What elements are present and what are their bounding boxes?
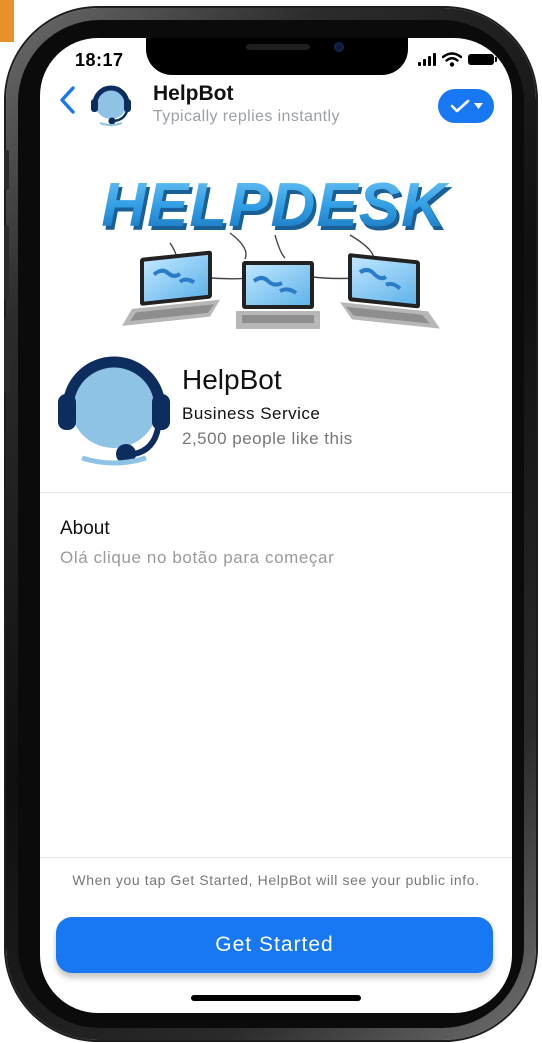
phone-screen: 18:17 HelpBot Typically replies instantl…: [40, 38, 512, 1013]
about-text: Olá clique no botão para começar: [60, 548, 335, 567]
profile-section: HelpBot Business Service 2,500 people li…: [40, 346, 512, 496]
back-chevron-icon[interactable]: [54, 82, 82, 118]
volume-up-button: [4, 225, 9, 300]
front-camera: [334, 42, 344, 52]
about-title: About: [60, 518, 110, 539]
section-divider: [40, 492, 512, 493]
battery-icon: [468, 54, 497, 65]
chat-title: HelpBot: [153, 82, 234, 105]
notch: [146, 38, 408, 75]
profile-name: HelpBot: [182, 364, 282, 395]
helpdesk-banner-image: HELPDESK HELPDESK: [101, 171, 452, 329]
bot-avatar-icon[interactable]: [88, 80, 134, 126]
checkmark-icon: [450, 99, 469, 113]
laptop-right: [340, 253, 440, 329]
privacy-notice: When you tap Get Started, HelpBot will s…: [72, 872, 480, 888]
chevron-down-icon: [473, 103, 483, 109]
status-icons: [418, 52, 497, 67]
wifi-icon: [442, 52, 462, 67]
get-started-button[interactable]: Get Started: [56, 917, 493, 973]
profile-category: Business Service: [182, 404, 321, 423]
orange-corner-tab: [0, 0, 14, 42]
bot-profile-avatar-icon: [58, 356, 170, 466]
volume-down-button: [4, 318, 9, 393]
status-time: 18:17: [75, 50, 124, 70]
laptop-center: [236, 261, 320, 329]
laptop-left: [122, 250, 220, 326]
checkmark-dropdown-button[interactable]: [438, 89, 494, 123]
chat-subtitle: Typically replies instantly: [153, 108, 340, 125]
profile-likes: 2,500 people like this: [182, 429, 353, 448]
signal-icon: [418, 53, 436, 66]
footer-divider: [40, 857, 512, 858]
chat-header: HelpBot Typically replies instantly: [40, 78, 512, 130]
mute-switch: [4, 150, 9, 190]
banner-text: HELPDESK: [101, 171, 450, 240]
speaker-grille: [246, 44, 310, 50]
home-indicator[interactable]: [191, 995, 361, 1001]
